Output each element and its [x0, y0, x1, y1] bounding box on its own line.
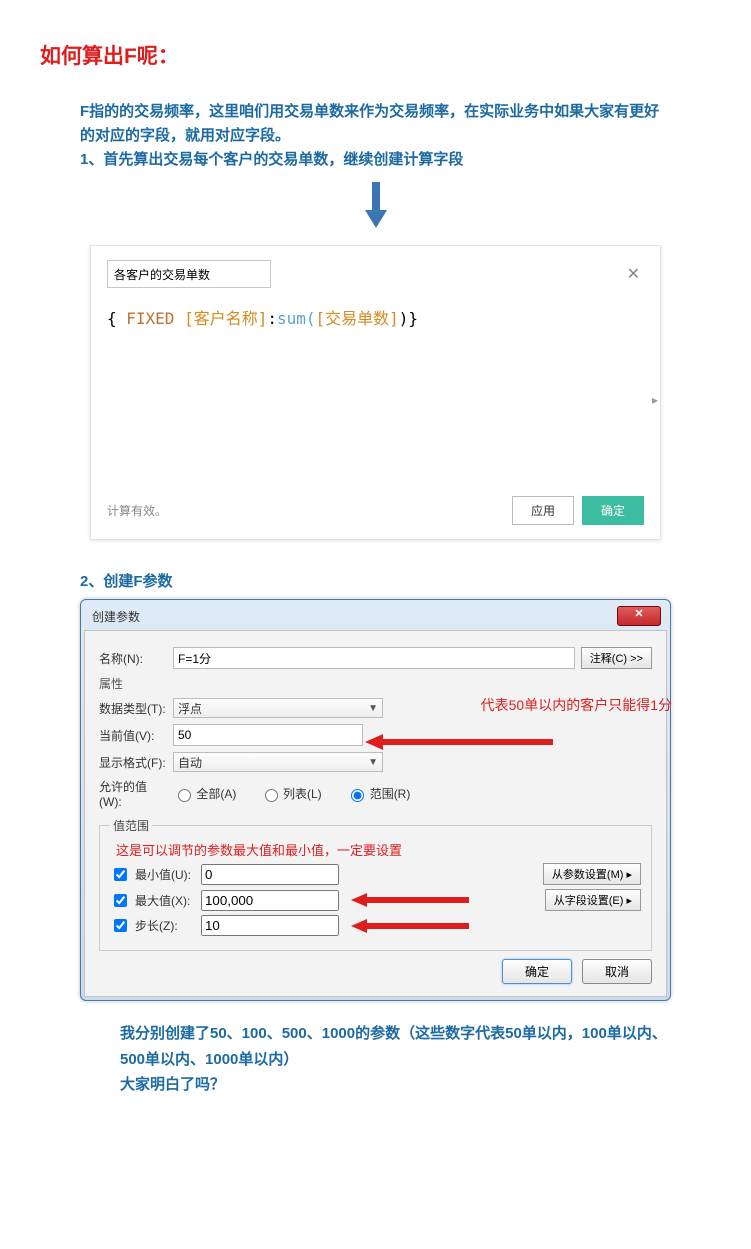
comment-button[interactable]: 注释(C) >> — [581, 647, 652, 669]
step-checkbox[interactable] — [114, 919, 127, 932]
max-input[interactable] — [201, 890, 339, 911]
closing-line-1: 我分别创建了50、100、500、1000的参数（这些数字代表50单以内，100… — [120, 1025, 667, 1068]
attributes-group-label: 属性 — [99, 675, 652, 692]
current-value-label: 当前值(V): — [99, 727, 167, 744]
datatype-select[interactable]: 浮点 ▼ — [173, 698, 383, 718]
arrow-down-icon — [40, 182, 711, 235]
datatype-label: 数据类型(T): — [99, 700, 167, 717]
chevron-down-icon: ▼ — [368, 703, 378, 714]
current-value-input[interactable] — [173, 724, 363, 746]
value-range-legend: 值范围 — [110, 817, 152, 834]
intro-line-2: 1、首先算出交易每个客户的交易单数，继续创建计算字段 — [80, 151, 463, 168]
dialog-cancel-button[interactable]: 取消 — [582, 959, 652, 984]
annotation-50-score: 代表50单以内的客户只能得1分 — [481, 695, 672, 715]
red-arrow-icon — [351, 890, 471, 910]
apply-button[interactable]: 应用 — [512, 496, 574, 525]
formula-keyword-fixed: FIXED — [126, 309, 184, 328]
closing-line-2: 大家明白了吗？ — [120, 1076, 225, 1093]
display-format-label: 显示格式(F): — [99, 754, 167, 771]
close-icon[interactable]: ✕ — [623, 262, 644, 286]
red-arrow-icon — [351, 916, 471, 936]
create-parameter-dialog: 创建参数 ✕ 名称(N): 注释(C) >> 属性 数据类型(T): 浮点 ▼ … — [80, 599, 671, 1001]
intro-text: F指的的交易频率，这里咱们用交易单数来作为交易频率，在实际业务中如果大家有更好的… — [80, 100, 671, 172]
calc-valid-label: 计算有效。 — [107, 502, 167, 519]
min-checkbox[interactable] — [114, 868, 127, 881]
intro-line-1: F指的的交易频率，这里咱们用交易单数来作为交易频率，在实际业务中如果大家有更好的… — [80, 103, 659, 144]
formula-close: )} — [399, 309, 418, 328]
datatype-value: 浮点 — [178, 700, 202, 717]
expand-arrow-icon[interactable]: ▸ — [652, 393, 658, 407]
max-checkbox[interactable] — [114, 894, 127, 907]
display-format-value: 自动 — [178, 754, 202, 771]
value-range-group: 值范围 这是可以调节的参数最大值和最小值，一定要设置 最小值(U): 从参数设置… — [99, 817, 652, 951]
calc-formula-area[interactable]: { FIXED [客户名称]:sum([交易单数])} — [107, 306, 644, 456]
from-field-button[interactable]: 从字段设置(E) ▸ — [545, 889, 641, 911]
formula-arg-ordercount: [交易单数] — [316, 309, 399, 328]
range-note-annotation: 这是可以调节的参数最大值和最小值，一定要设置 — [116, 840, 641, 859]
step-label: 步长(Z): — [135, 917, 195, 934]
ok-button[interactable]: 确定 — [582, 496, 644, 525]
formula-colon: : — [267, 309, 277, 328]
name-input[interactable] — [173, 647, 575, 669]
calc-field-editor: ✕ { FIXED [客户名称]:sum([交易单数])} ▸ 计算有效。 应用… — [90, 245, 661, 540]
name-label: 名称(N): — [99, 650, 167, 667]
allow-list-radio[interactable]: 列表(L) — [260, 785, 328, 803]
min-label: 最小值(U): — [135, 866, 195, 883]
max-label: 最大值(X): — [135, 892, 195, 909]
dialog-close-button[interactable]: ✕ — [617, 606, 661, 626]
calc-field-name-input[interactable] — [107, 260, 271, 288]
formula-dim-customer: [客户名称] — [184, 309, 267, 328]
dialog-title: 创建参数 — [92, 608, 140, 625]
step-input[interactable] — [201, 915, 339, 936]
allow-range-radio[interactable]: 范围(R) — [346, 785, 414, 803]
chevron-down-icon: ▼ — [368, 757, 378, 768]
formula-func-sum: sum( — [277, 309, 316, 328]
from-parameter-button[interactable]: 从参数设置(M) ▸ — [543, 863, 641, 885]
allow-all-radio[interactable]: 全部(A) — [173, 785, 241, 803]
dialog-ok-button[interactable]: 确定 — [502, 959, 572, 984]
min-input[interactable] — [201, 864, 339, 885]
closing-text: 我分别创建了50、100、500、1000的参数（这些数字代表50单以内，100… — [120, 1021, 671, 1098]
subheading-2: 2、创建F参数 — [80, 570, 671, 591]
allowable-values-label: 允许的值(W): — [99, 778, 167, 809]
page-title: 如何算出F呢： — [40, 40, 711, 70]
display-format-select[interactable]: 自动 ▼ — [173, 752, 383, 772]
formula-brace-open: { — [107, 309, 126, 328]
